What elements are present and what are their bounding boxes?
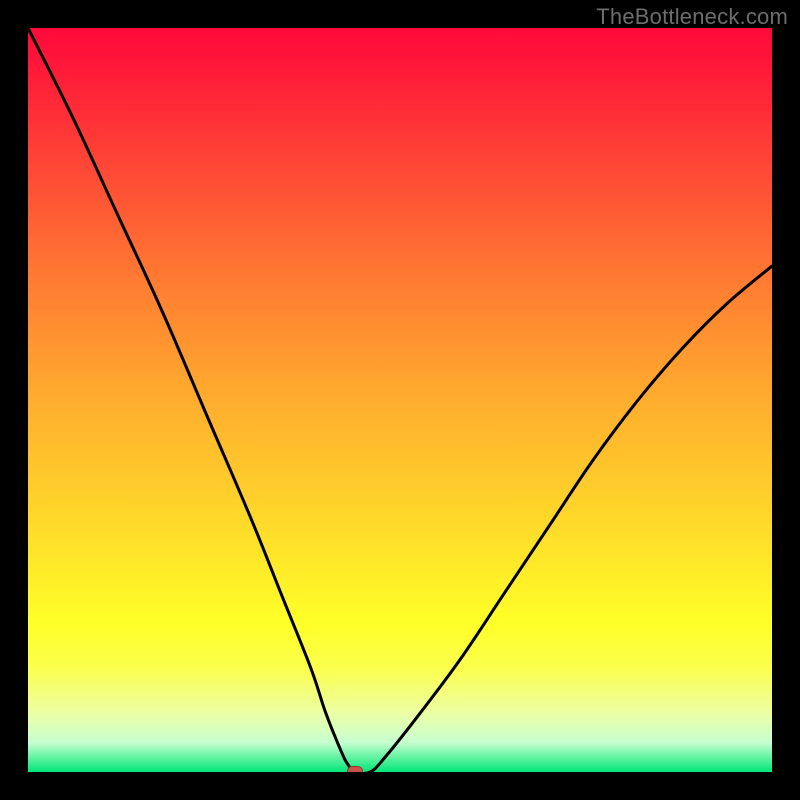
chart-frame: TheBottleneck.com xyxy=(0,0,800,800)
plot-area xyxy=(28,28,772,772)
bottleneck-curve xyxy=(28,28,772,772)
optimal-point-marker xyxy=(347,766,363,772)
watermark-text: TheBottleneck.com xyxy=(596,4,788,30)
